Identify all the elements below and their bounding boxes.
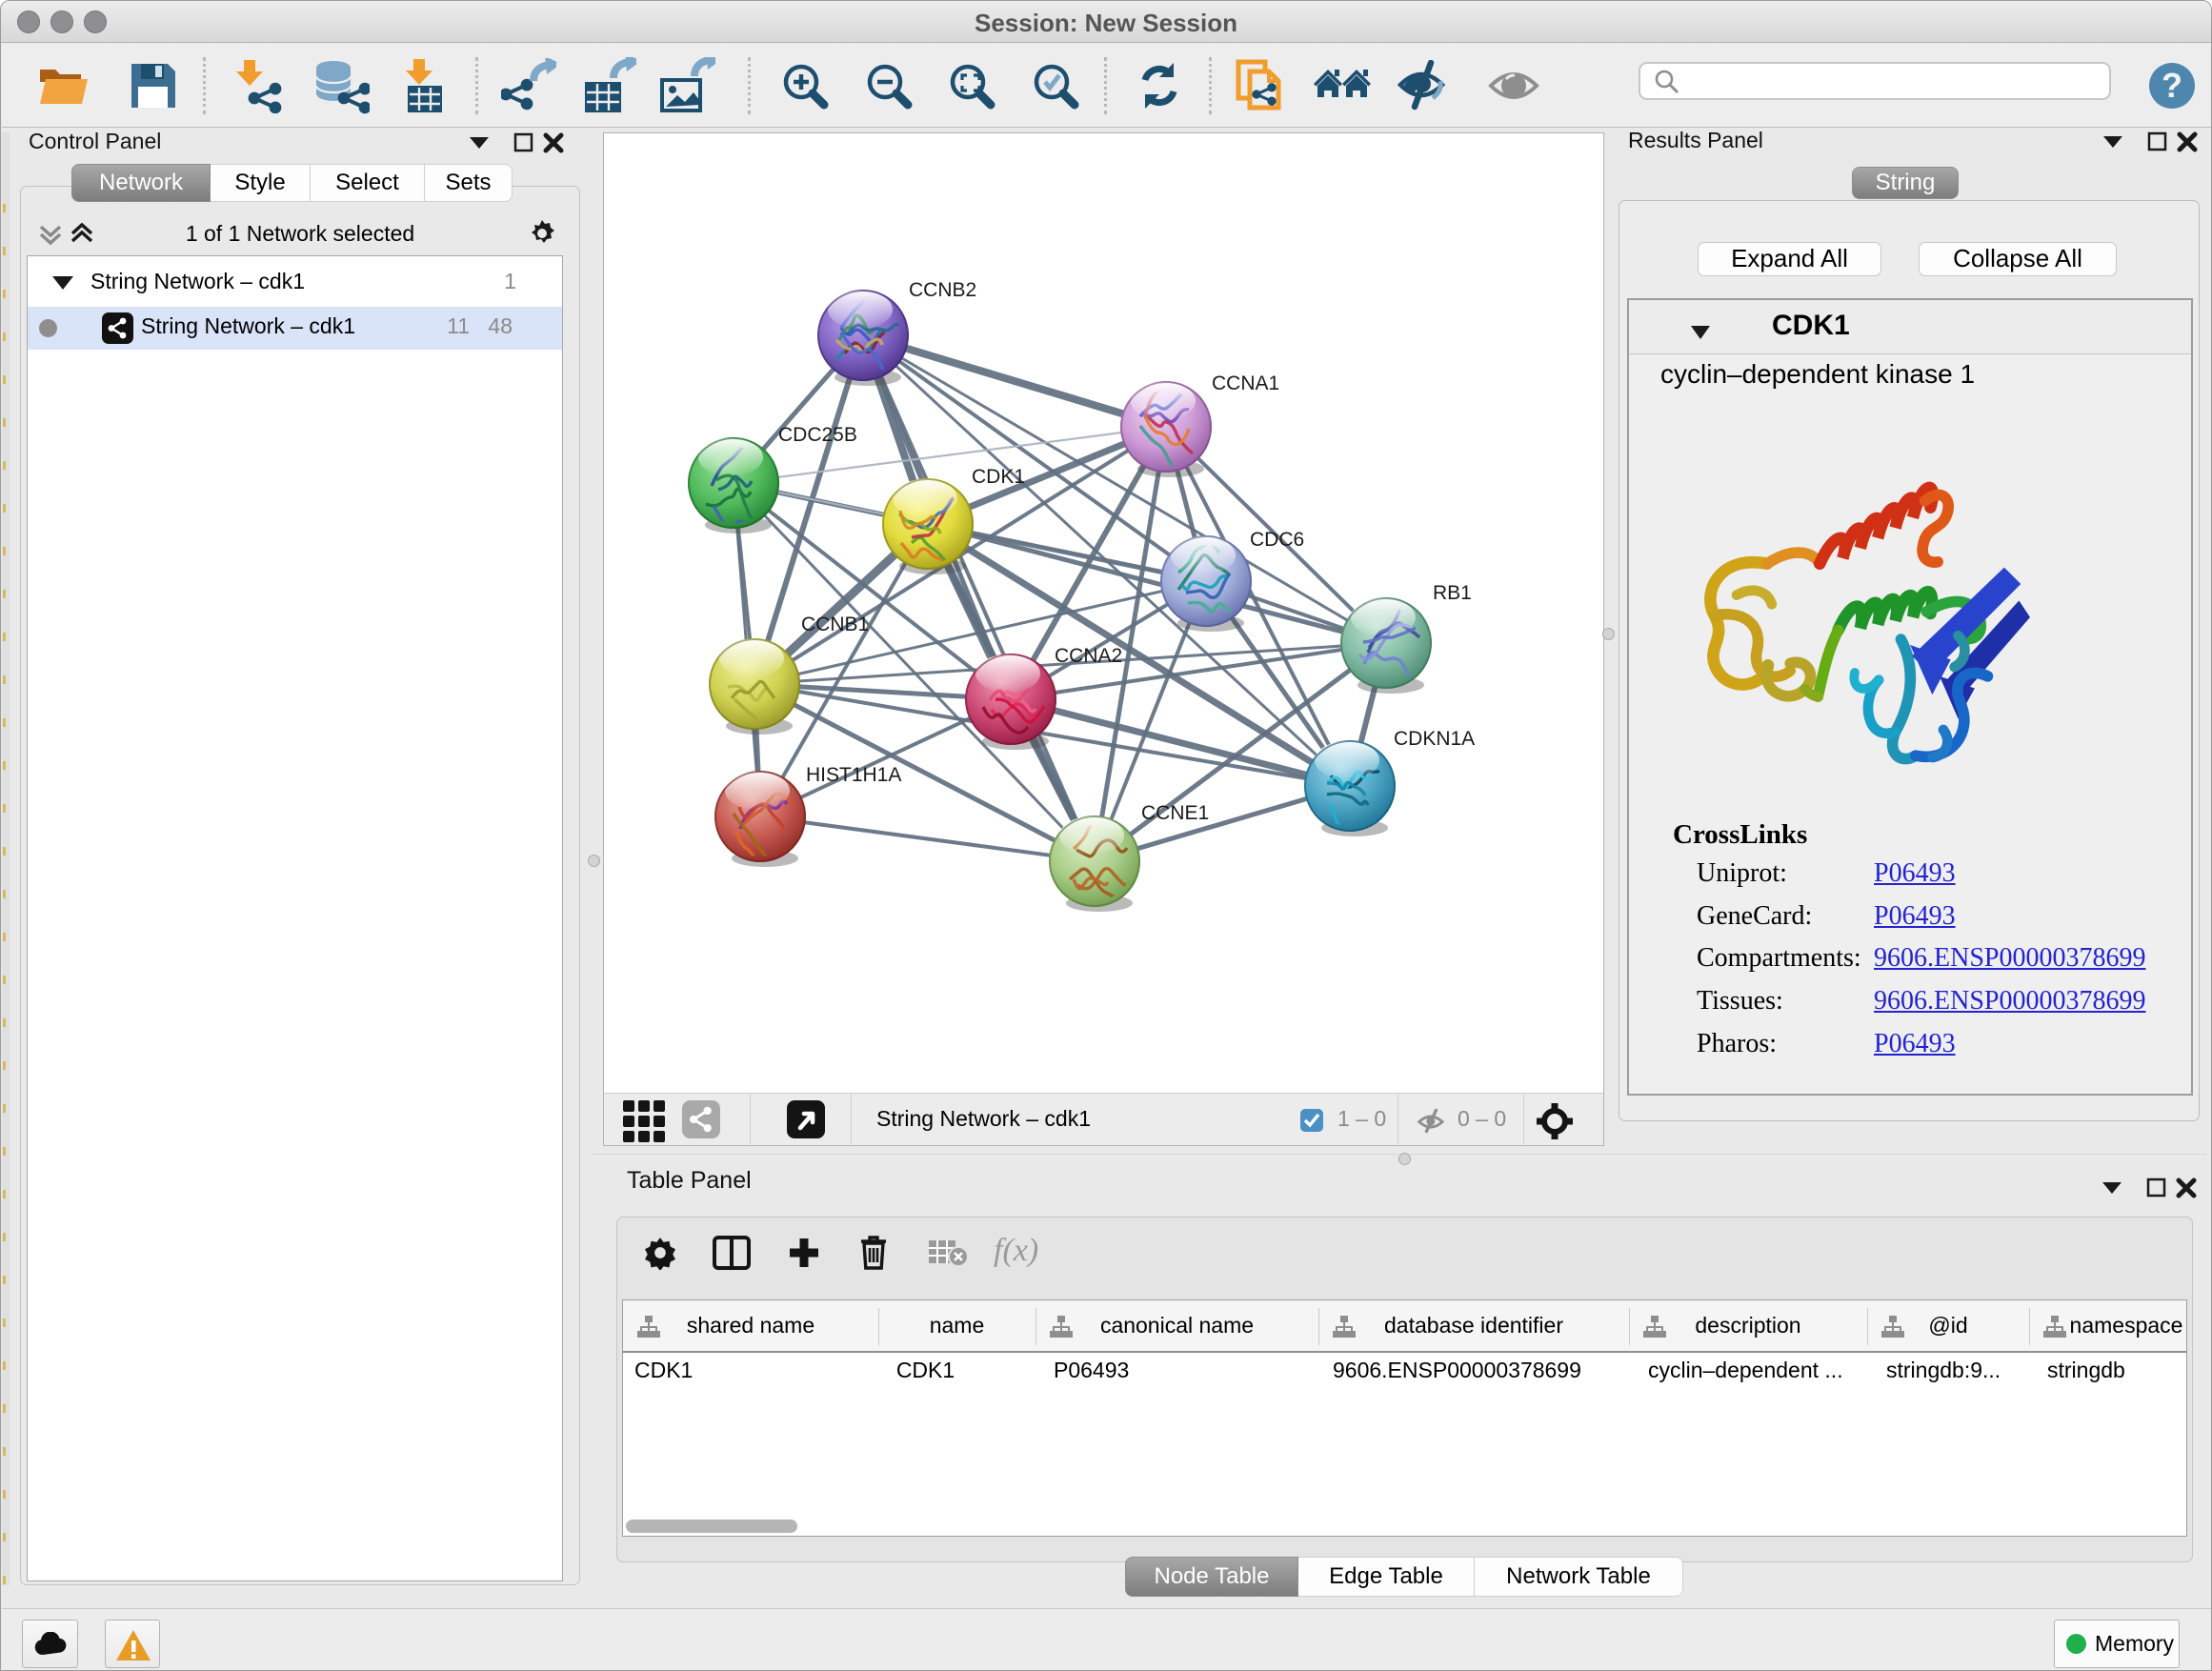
svg-text:CDK1: CDK1 [972,466,1025,488]
svg-text:CDKN1A: CDKN1A [1394,728,1475,750]
svg-text:CCNA2: CCNA2 [1055,645,1122,667]
svg-text:?: ? [2162,66,2182,105]
svg-text:HIST1H1A: HIST1H1A [806,764,901,786]
svg-text:CDC6: CDC6 [1250,529,1304,551]
svg-text:CCNB2: CCNB2 [909,279,976,301]
svg-text:CDC25B: CDC25B [778,424,857,446]
svg-text:RB1: RB1 [1433,582,1472,604]
svg-text:CCNE1: CCNE1 [1141,802,1209,824]
svg-text:CCNA1: CCNA1 [1212,372,1279,394]
svg-text:CCNB1: CCNB1 [801,614,869,635]
